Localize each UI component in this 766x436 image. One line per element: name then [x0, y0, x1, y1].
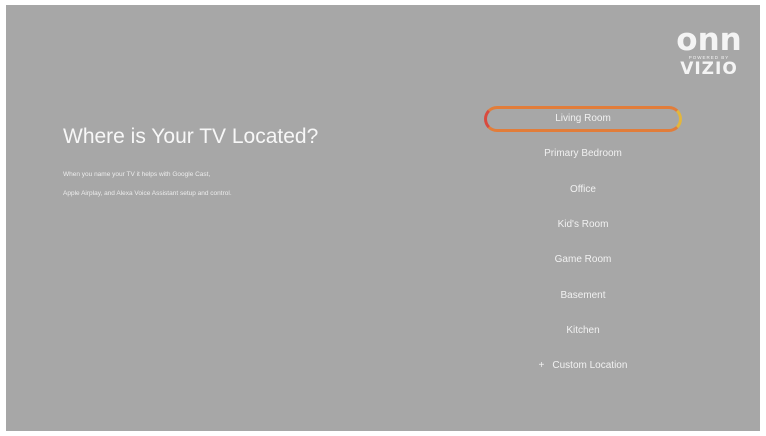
location-item-kitchen[interactable]: Kitchen [483, 313, 683, 348]
location-label: Kid's Room [557, 219, 609, 231]
tv-screen: onn POWERED BY VIZIO Where is Your TV Lo… [6, 5, 760, 431]
location-label: Living Room [555, 113, 611, 125]
location-label: Custom Location [552, 360, 628, 372]
page-description: When you name your TV it helps with Goog… [63, 165, 343, 203]
location-item-primary-bedroom[interactable]: Primary Bedroom [483, 136, 683, 171]
location-item-game-room[interactable]: Game Room [483, 242, 683, 277]
focus-highlight: Living Room [484, 105, 682, 132]
location-label: Office [570, 183, 596, 195]
logo-main-text: onn [676, 22, 742, 58]
description-line-2: Apple Airplay, and Alexa Voice Assistant… [63, 190, 232, 197]
location-label: Game Room [554, 254, 612, 266]
location-item-office[interactable]: Office [483, 172, 683, 207]
page-title: Where is Your TV Located? [63, 125, 319, 148]
description-line-1: When you name your TV it helps with Goog… [63, 171, 211, 178]
location-label: Kitchen [566, 324, 600, 336]
plus-icon: + [538, 360, 545, 372]
location-list: Living Room Primary Bedroom Office Kid's… [483, 101, 683, 383]
location-item-kids-room[interactable]: Kid's Room [483, 207, 683, 242]
location-item-basement[interactable]: Basement [483, 277, 683, 312]
location-item-living-room[interactable]: Living Room [483, 101, 683, 136]
logo-brand-text: VIZIO [680, 59, 738, 79]
location-item-custom-location[interactable]: + Custom Location [483, 348, 683, 383]
location-label: Primary Bedroom [544, 148, 622, 160]
location-label: Basement [560, 289, 606, 301]
onn-vizio-logo: onn POWERED BY VIZIO [674, 22, 744, 79]
